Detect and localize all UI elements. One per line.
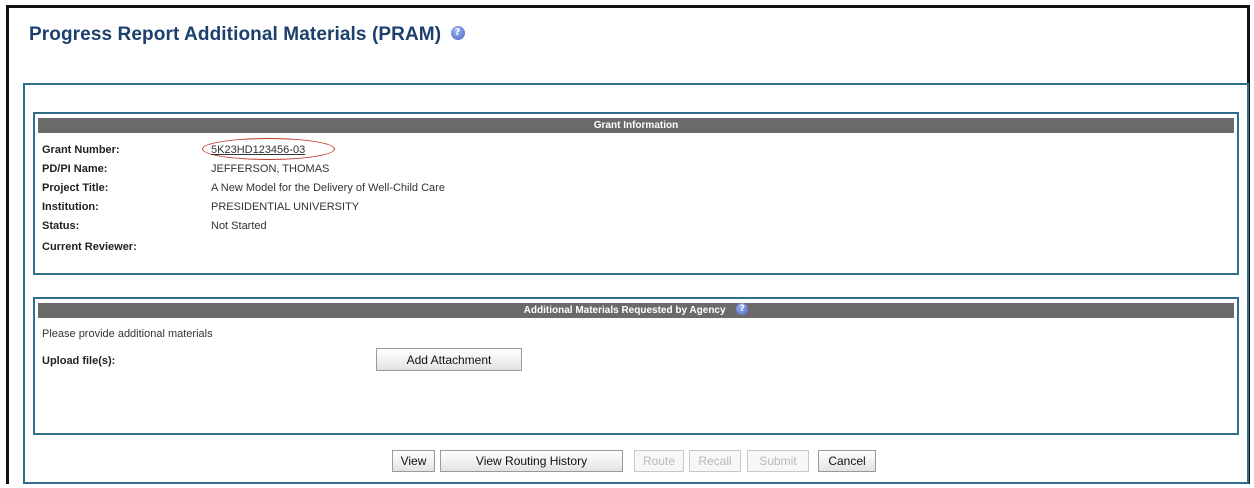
grant-information-panel: Grant Information Grant Number: 5K23HD12…	[33, 112, 1239, 275]
route-button[interactable]: Route	[634, 450, 684, 472]
project-title-row: Project Title: A New Model for the Deliv…	[42, 180, 1230, 196]
pdpi-name-label: PD/PI Name:	[42, 163, 108, 175]
current-reviewer-row: Current Reviewer:	[42, 239, 1230, 255]
project-title-label: Project Title:	[42, 182, 109, 194]
upload-files-label: Upload file(s):	[42, 355, 116, 367]
help-icon[interactable]: ?	[450, 25, 465, 40]
grant-number-row: Grant Number: 5K23HD123456-03	[42, 138, 1230, 160]
additional-materials-header: Additional Materials Requested by Agency…	[38, 303, 1234, 318]
add-attachment-button[interactable]: Add Attachment	[376, 348, 522, 371]
institution-row: Institution: PRESIDENTIAL UNIVERSITY	[42, 199, 1230, 215]
grant-number-label: Grant Number:	[42, 144, 120, 156]
page-title-text: Progress Report Additional Materials (PR…	[29, 24, 442, 45]
additional-materials-header-text: Additional Materials Requested by Agency	[523, 305, 726, 316]
submit-button[interactable]: Submit	[747, 450, 809, 472]
additional-materials-panel: Additional Materials Requested by Agency…	[33, 297, 1239, 435]
view-button[interactable]: View	[392, 450, 435, 472]
status-label: Status:	[42, 220, 80, 232]
institution-label: Institution:	[42, 201, 99, 213]
project-title-value: A New Model for the Delivery of Well-Chi…	[211, 182, 445, 194]
view-routing-history-button[interactable]: View Routing History	[440, 450, 623, 472]
window-frame: Progress Report Additional Materials (PR…	[6, 5, 1250, 484]
institution-value: PRESIDENTIAL UNIVERSITY	[211, 201, 360, 213]
pdpi-name-value: JEFFERSON, THOMAS	[211, 163, 330, 175]
cancel-button[interactable]: Cancel	[818, 450, 876, 472]
pram-form-panel: Grant Information Grant Number: 5K23HD12…	[23, 83, 1249, 484]
status-value: Not Started	[211, 220, 267, 232]
grant-information-header: Grant Information	[38, 118, 1234, 133]
materials-instruction: Please provide additional materials	[42, 328, 213, 340]
status-row: Status: Not Started	[42, 218, 1230, 234]
recall-button[interactable]: Recall	[689, 450, 741, 472]
page-title: Progress Report Additional Materials (PR…	[29, 24, 465, 46]
upload-row: Upload file(s):	[42, 353, 1230, 369]
help-icon[interactable]: ?	[736, 303, 749, 316]
pdpi-name-row: PD/PI Name: JEFFERSON, THOMAS	[42, 161, 1230, 177]
grant-number-link[interactable]: 5K23HD123456-03	[211, 142, 305, 158]
current-reviewer-label: Current Reviewer:	[42, 241, 137, 253]
